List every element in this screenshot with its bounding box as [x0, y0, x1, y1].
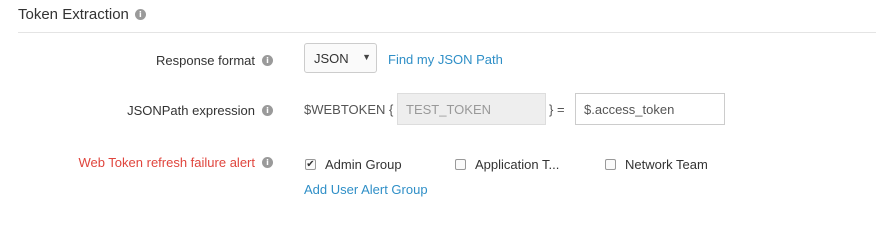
checkbox-checked-icon[interactable]: ✔	[305, 159, 316, 170]
jsonpath-value: $.access_token	[584, 101, 675, 117]
checkbox-unchecked-icon[interactable]	[605, 159, 616, 170]
section-divider	[18, 32, 876, 33]
token-name-input: TEST_TOKEN	[397, 93, 546, 125]
response-format-select[interactable]: JSON ▼	[304, 43, 377, 73]
response-format-value: JSON	[314, 50, 349, 66]
section-title-text: Token Extraction	[18, 6, 129, 23]
alert-group-network[interactable]: Network Team	[605, 157, 708, 172]
info-icon[interactable]: i	[134, 9, 146, 20]
info-icon[interactable]: i	[262, 157, 273, 168]
response-format-label: Response format	[156, 53, 255, 68]
jsonpath-label: JSONPath expression	[127, 103, 255, 118]
alert-group-admin[interactable]: ✔ Admin Group	[305, 157, 402, 172]
alert-group-label: Application T...	[475, 157, 560, 172]
alert-group-label: Admin Group	[325, 157, 402, 172]
dropdown-caret-icon: ▼	[362, 52, 371, 62]
checkbox-unchecked-icon[interactable]	[455, 159, 466, 170]
add-user-alert-group-link[interactable]: Add User Alert Group	[304, 182, 428, 197]
info-icon[interactable]: i	[262, 105, 273, 116]
refresh-failure-alert-label: Web Token refresh failure alert	[78, 155, 255, 170]
alert-group-label: Network Team	[625, 157, 708, 172]
token-suffix: } =	[549, 102, 565, 117]
token-prefix: $WEBTOKEN {	[304, 102, 394, 117]
find-json-path-link[interactable]: Find my JSON Path	[388, 52, 503, 67]
section-title: Token Extraction i	[18, 6, 146, 23]
alert-group-application[interactable]: Application T...	[455, 157, 559, 172]
info-icon[interactable]: i	[262, 55, 273, 66]
jsonpath-input[interactable]: $.access_token	[575, 93, 725, 125]
token-name-value: TEST_TOKEN	[406, 101, 492, 117]
